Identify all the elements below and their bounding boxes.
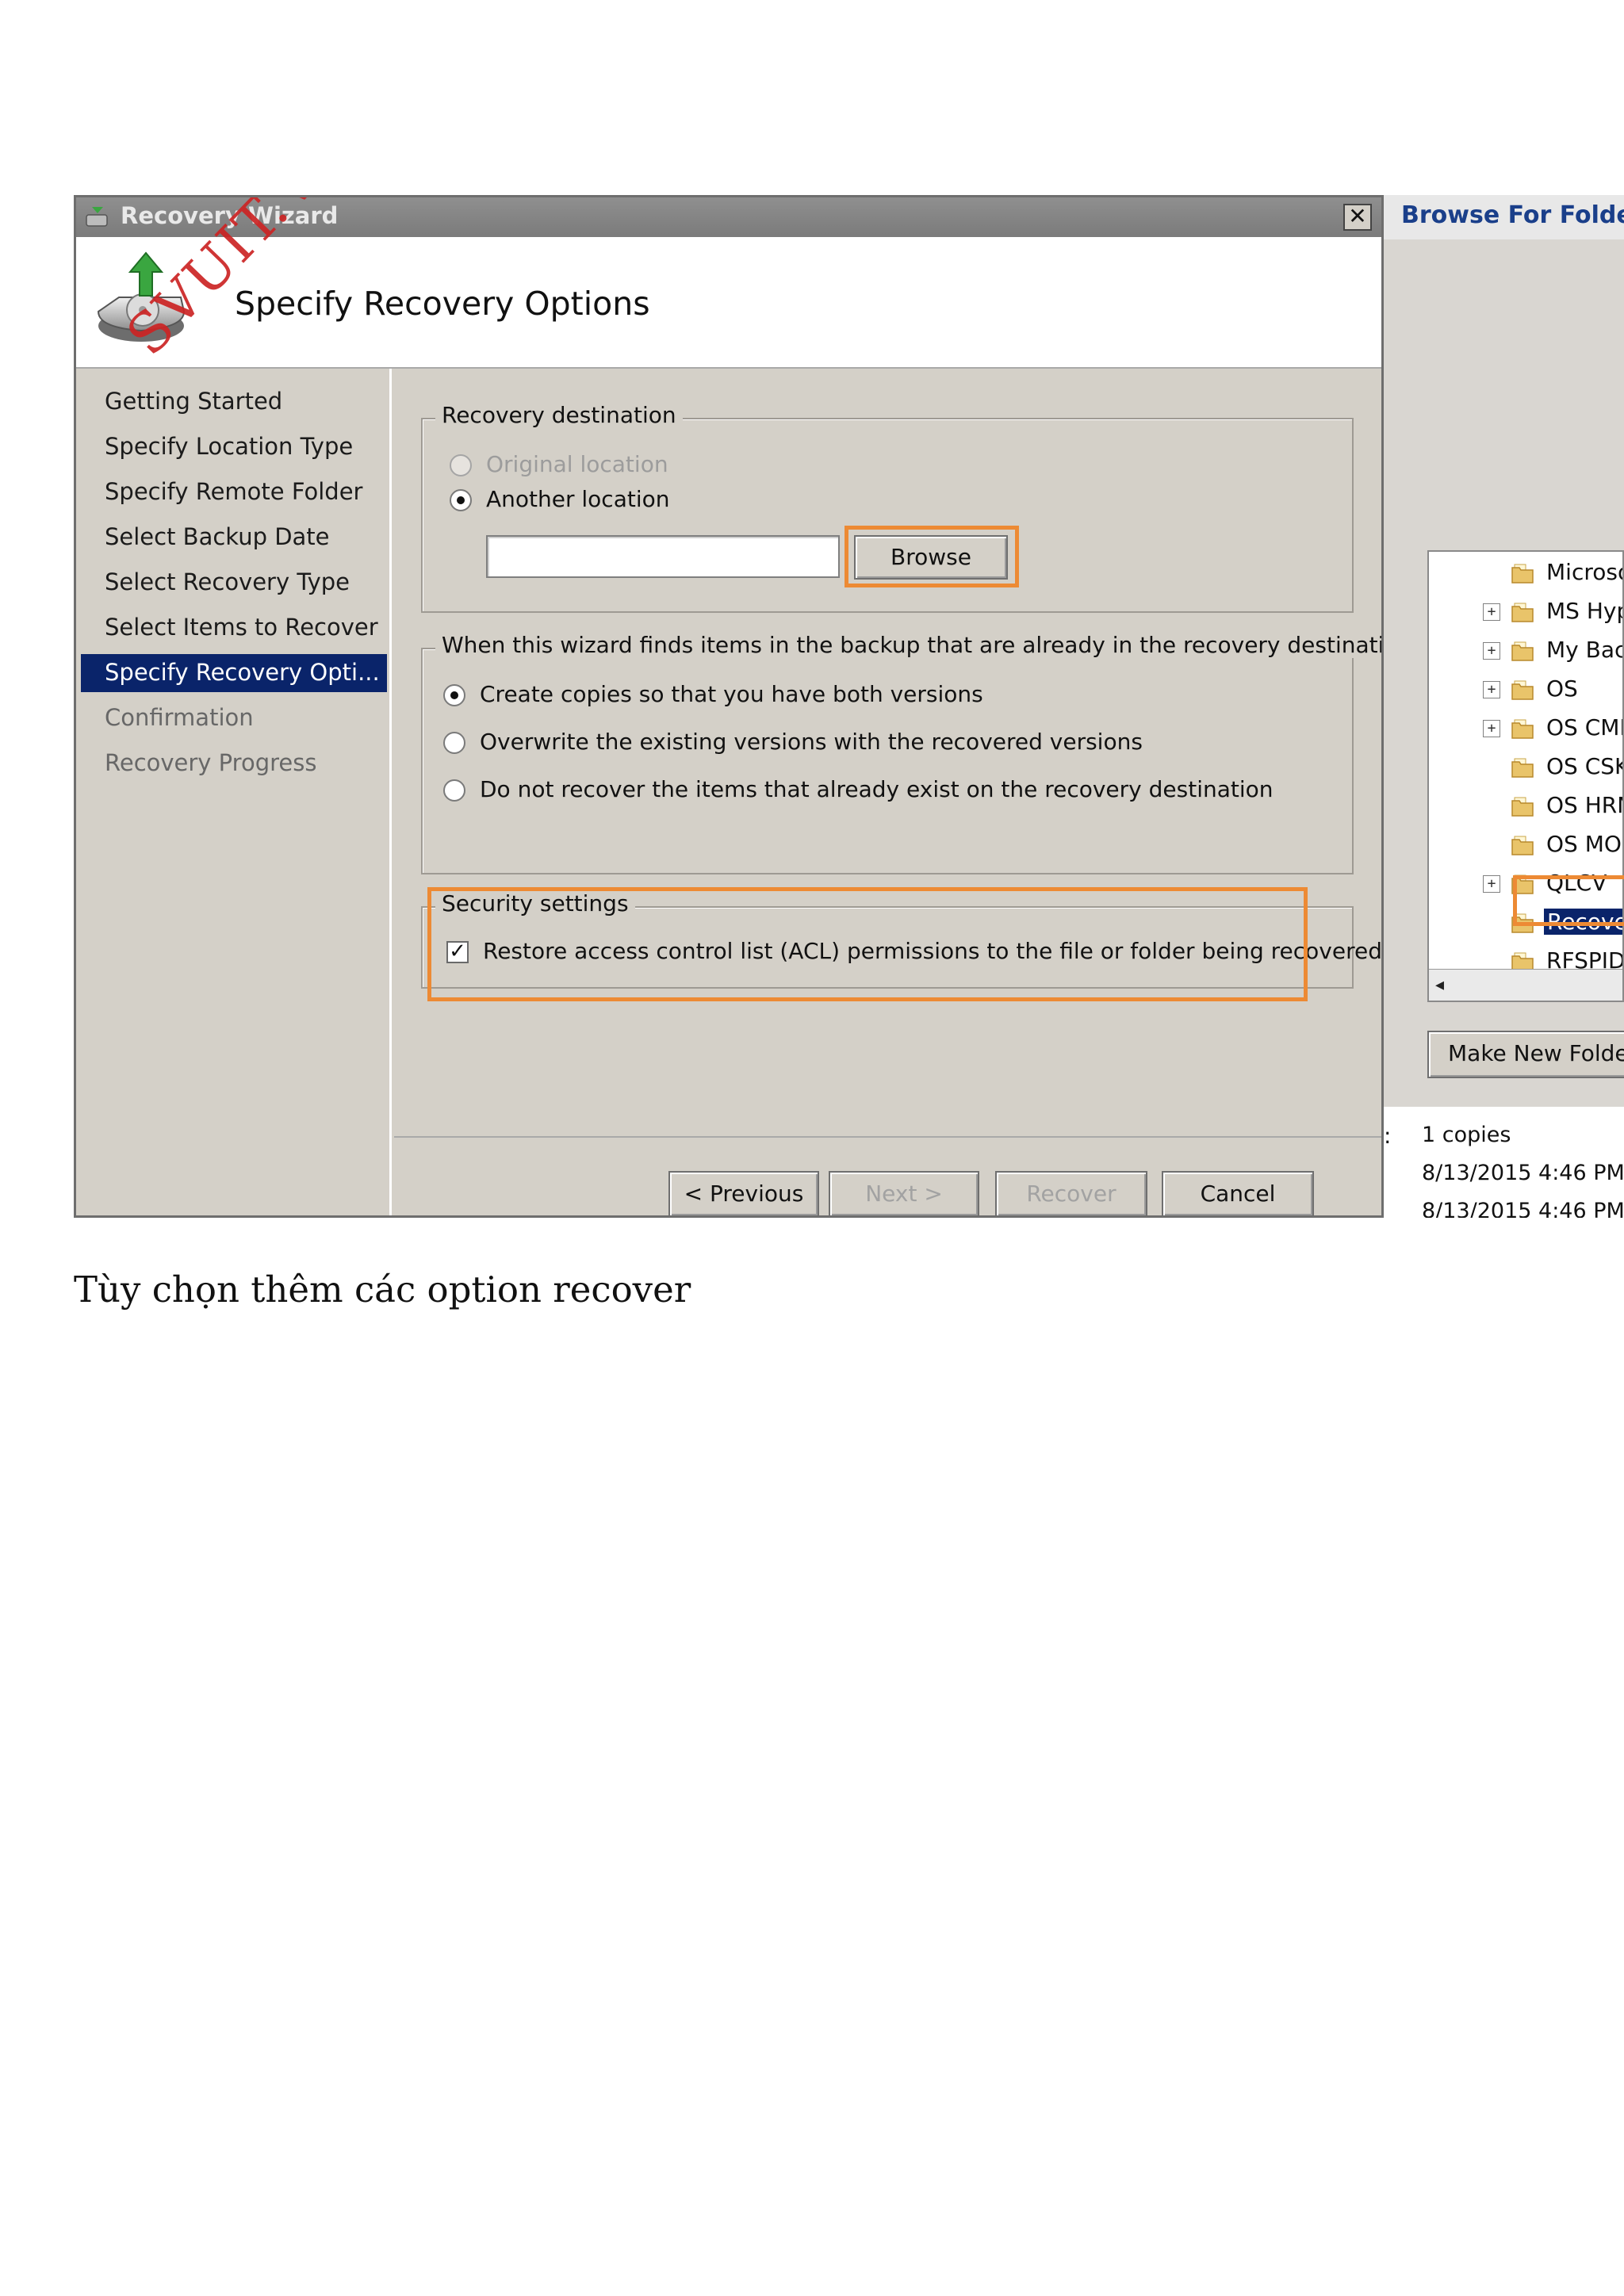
expand-plus-icon[interactable]: + (1483, 681, 1500, 698)
info-prefix: : (1384, 1123, 1392, 1149)
tree-item-label: OS HRN (1546, 792, 1622, 818)
create-copies-radio[interactable] (443, 684, 465, 706)
browse-for-folder-dialog: Browse For Folder Microso + MS Hyp + My Bacl… (1384, 195, 1624, 1218)
tree-item[interactable]: OS HRN (1429, 788, 1622, 825)
recover-button[interactable]: Recover (995, 1171, 1147, 1215)
expand-plus-icon[interactable]: + (1483, 603, 1500, 621)
make-new-folder-button[interactable]: Make New Folder (1427, 1031, 1624, 1078)
figure-caption: Tùy chọn thêm các option recover (74, 1269, 691, 1311)
overwrite-option[interactable]: Overwrite the existing versions with the… (443, 729, 1316, 760)
folder-icon (1511, 797, 1534, 817)
tree-item-label: OS (1546, 675, 1578, 702)
tree-item-label: Recove (1544, 909, 1622, 935)
conflict-options-legend: When this wizard finds items in the back… (435, 632, 1381, 658)
tree-item-label: Microso (1546, 559, 1624, 585)
tree-item[interactable]: OS CSK (1429, 749, 1624, 786)
nav-step-1[interactable]: Specify Location Type (81, 428, 387, 466)
tree-item-label: OS CSK (1546, 753, 1624, 779)
folder-icon (1511, 719, 1534, 739)
tree-item-label: OS MOI (1546, 831, 1624, 857)
tree-item[interactable]: + QLCV (1429, 866, 1622, 902)
tree-item[interactable]: + OS (1429, 672, 1622, 708)
skip-existing-radio[interactable] (443, 779, 465, 802)
nav-step-8[interactable]: Recovery Progress (81, 744, 387, 783)
restore-acl-option[interactable]: ✓ Restore access control list (ACL) perm… (446, 938, 1381, 970)
restore-acl-label: Restore access control list (ACL) permis… (483, 938, 1382, 964)
nav-step-2[interactable]: Specify Remote Folder (81, 473, 387, 511)
original-location-option[interactable]: Original location (450, 451, 767, 483)
tree-item-label: QLCV (1546, 870, 1607, 896)
create-copies-label: Create copies so that you have both vers… (480, 681, 983, 707)
recovery-destination-group: Recovery destination Original location A… (421, 402, 1354, 613)
backup-info-panel: : 1 copies 8/13/2015 4:46 PM 8/13/2015 4… (1384, 1107, 1624, 1218)
nav-step-4[interactable]: Select Recovery Type (81, 564, 387, 602)
close-icon: ✕ (1348, 203, 1367, 229)
page-title: Specify Recovery Options (235, 285, 650, 323)
skip-existing-label: Do not recover the items that already ex… (480, 776, 1274, 802)
cancel-button[interactable]: Cancel (1162, 1171, 1314, 1215)
tree-item[interactable]: + My Bacl (1429, 633, 1622, 669)
tree-item[interactable]: + OS CMI (1429, 710, 1624, 747)
security-settings-legend: Security settings (435, 890, 635, 916)
security-settings-group: Security settings ✓ Restore access contr… (421, 890, 1381, 989)
footer-divider (394, 1136, 1381, 1138)
info-date-2: 8/13/2015 4:46 PM (1422, 1199, 1624, 1218)
info-copies: 1 copies (1422, 1123, 1511, 1147)
nav-step-0[interactable]: Getting Started (81, 383, 387, 421)
expand-plus-icon[interactable]: + (1483, 875, 1500, 893)
tree-item-label: OS CMI (1546, 714, 1624, 740)
nav-step-7[interactable]: Confirmation (81, 699, 387, 737)
folder-icon (1511, 564, 1534, 584)
original-location-label: Original location (486, 451, 668, 477)
overwrite-label: Overwrite the existing versions with the… (480, 729, 1143, 755)
backup-app-icon (86, 207, 108, 227)
expand-plus-icon[interactable]: + (1483, 642, 1500, 660)
nav-step-5[interactable]: Select Items to Recover (81, 609, 387, 647)
folder-icon (1511, 758, 1534, 778)
folder-tree[interactable]: Microso + MS Hyp + My Bacl + OS + OS CMI OS CSK OS… (1427, 550, 1624, 1002)
expand-plus-icon[interactable]: + (1483, 720, 1500, 737)
info-date-1: 8/13/2015 4:46 PM (1422, 1161, 1624, 1185)
folder-icon (1511, 836, 1534, 855)
create-copies-option[interactable]: Create copies so that you have both vers… (443, 681, 1316, 713)
nav-step-6[interactable]: Specify Recovery Opti... (81, 654, 387, 692)
close-button[interactable]: ✕ (1343, 204, 1372, 231)
browse-title-bar[interactable]: Browse For Folder (1384, 195, 1624, 239)
recovery-destination-legend: Recovery destination (435, 402, 683, 428)
wizard-content: Recovery destination Original location A… (394, 369, 1381, 1215)
tree-horizontal-scrollbar[interactable]: ◂ (1429, 969, 1622, 1001)
restore-acl-checkbox[interactable]: ✓ (446, 941, 469, 963)
tree-item-label: My Bacl (1546, 637, 1622, 663)
tree-item-label: MS Hyp (1546, 598, 1624, 624)
tree-item[interactable]: Microso (1429, 555, 1624, 591)
scroll-left-icon[interactable]: ◂ (1435, 976, 1454, 995)
destination-path-input[interactable] (486, 535, 840, 578)
nav-step-3[interactable]: Select Backup Date (81, 519, 387, 557)
browse-title: Browse For Folder (1401, 201, 1624, 229)
another-location-radio[interactable] (450, 489, 472, 511)
folder-icon (1511, 603, 1534, 622)
tree-item[interactable]: OS MOI (1429, 827, 1624, 863)
recovery-wizard-dialog: Recovery Wizard ✕ Specify Recovery Optio… (74, 195, 1384, 1218)
conflict-options-group: When this wizard finds items in the back… (421, 632, 1381, 874)
original-location-radio[interactable] (450, 454, 472, 476)
wizard-steps-nav: Getting Started Specify Location Type Spec… (76, 369, 392, 1215)
next-button[interactable]: Next > (829, 1171, 979, 1215)
folder-icon (1511, 680, 1534, 700)
another-location-label: Another location (486, 486, 670, 512)
previous-button[interactable]: < Previous (668, 1171, 819, 1215)
browse-button[interactable]: Browse (854, 535, 1008, 580)
folder-icon (1511, 641, 1534, 661)
tree-item[interactable]: + MS Hyp (1429, 594, 1624, 630)
another-location-option[interactable]: Another location (450, 486, 767, 518)
folder-icon (1511, 913, 1534, 933)
skip-existing-option[interactable]: Do not recover the items that already ex… (443, 776, 1316, 808)
tree-item[interactable]: Recove (1429, 905, 1622, 941)
wizard-header: Specify Recovery Options (76, 237, 1381, 369)
overwrite-radio[interactable] (443, 732, 465, 754)
folder-icon (1511, 874, 1534, 894)
